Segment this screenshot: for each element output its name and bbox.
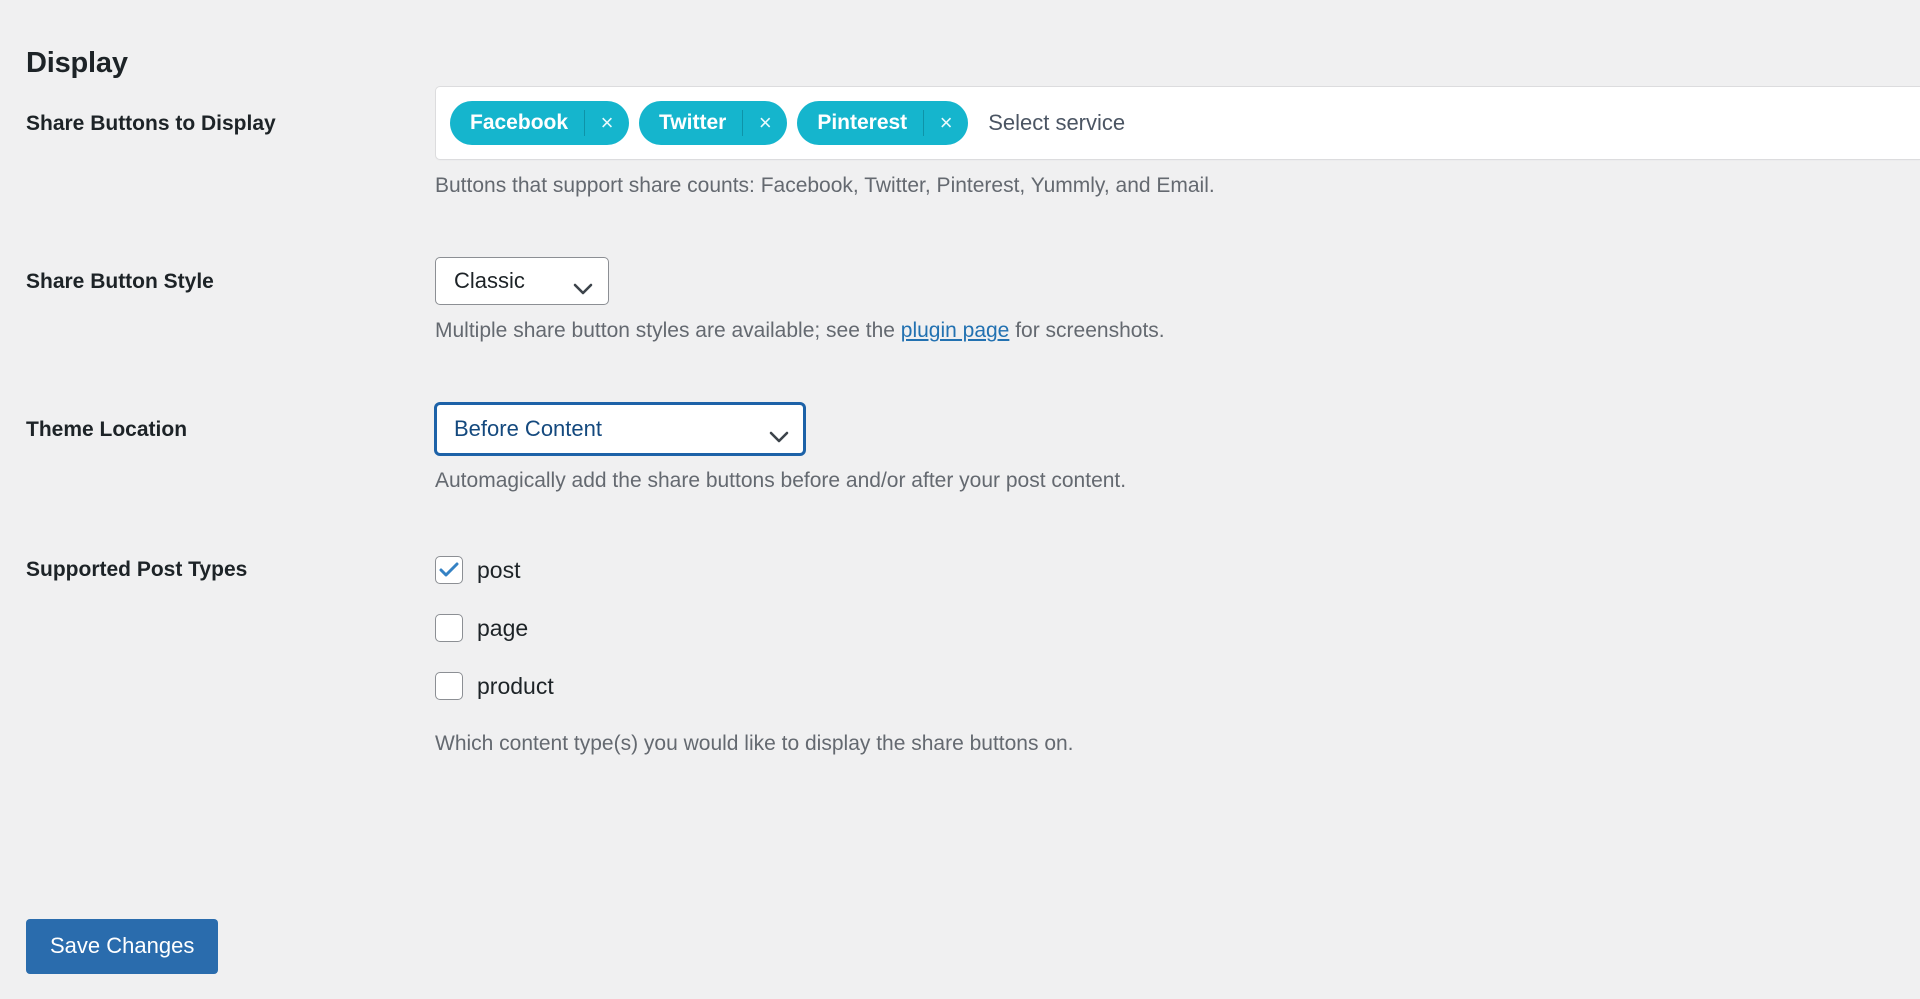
row-theme-location: Theme Location Before Content Automagica…	[0, 403, 1920, 496]
description-post-types: Which content type(s) you would like to …	[435, 729, 1920, 759]
share-buttons-placeholder[interactable]: Select service	[978, 101, 1125, 145]
share-button-style-value: Classic	[454, 268, 547, 294]
token-label: Twitter	[659, 111, 742, 135]
description-button-style-suffix: for screenshots.	[1009, 319, 1164, 342]
share-button-style-select[interactable]: Classic	[435, 257, 609, 305]
label-theme-location: Theme Location	[0, 403, 435, 444]
chevron-down-icon	[573, 275, 593, 287]
description-share-buttons: Buttons that support share counts: Faceb…	[435, 171, 1920, 201]
row-post-types: Supported Post Types post	[0, 548, 1920, 759]
token-twitter[interactable]: Twitter ×	[639, 101, 787, 145]
post-types-checkbox-list: post page	[435, 541, 1920, 715]
label-share-buttons: Share Buttons to Display	[0, 110, 435, 138]
checkbox-label: post	[477, 559, 520, 582]
label-post-types: Supported Post Types	[0, 548, 435, 584]
close-icon[interactable]: ×	[924, 101, 968, 145]
display-settings-page: Display Share Buttons to Display Faceboo…	[0, 0, 1920, 999]
field-theme-location: Before Content Automagically add the sha…	[435, 403, 1920, 496]
checkbox-label: product	[477, 675, 554, 698]
checkbox-product[interactable]	[435, 672, 463, 700]
row-button-style: Share Button Style Classic Multiple shar…	[0, 257, 1920, 346]
theme-location-select[interactable]: Before Content	[435, 403, 805, 455]
page-title: Display	[26, 46, 128, 81]
token-facebook[interactable]: Facebook ×	[450, 101, 629, 145]
description-theme-location: Automagically add the share buttons befo…	[435, 466, 1920, 496]
chevron-down-icon	[769, 423, 789, 435]
theme-location-value: Before Content	[454, 416, 624, 442]
share-buttons-token-input[interactable]: Facebook × Twitter × Pinterest	[435, 86, 1920, 160]
checkbox-row-post[interactable]: post	[435, 541, 1920, 599]
description-button-style: Multiple share button styles are availab…	[435, 316, 1920, 346]
checkbox-row-product[interactable]: product	[435, 657, 1920, 715]
save-changes-button[interactable]: Save Changes	[26, 919, 218, 974]
checkbox-page[interactable]	[435, 614, 463, 642]
description-button-style-prefix: Multiple share button styles are availab…	[435, 319, 901, 342]
checkbox-row-page[interactable]: page	[435, 599, 1920, 657]
settings-form-table: Share Buttons to Display Facebook × Twit…	[0, 110, 1920, 760]
token-label: Pinterest	[817, 111, 923, 135]
token-label: Facebook	[470, 111, 584, 135]
checkbox-post[interactable]	[435, 556, 463, 584]
checkbox-label: page	[477, 617, 528, 640]
row-share-buttons: Share Buttons to Display Facebook × Twit…	[0, 110, 1920, 201]
token-pinterest[interactable]: Pinterest ×	[797, 101, 968, 145]
label-button-style: Share Button Style	[0, 257, 435, 296]
token-field-wrap: Facebook × Twitter × Pinterest	[435, 86, 1920, 160]
close-icon[interactable]: ×	[743, 101, 787, 145]
field-post-types: post page	[435, 548, 1920, 759]
field-button-style: Classic Multiple share button styles are…	[435, 257, 1920, 346]
field-share-buttons: Facebook × Twitter × Pinterest	[435, 110, 1920, 201]
plugin-page-link[interactable]: plugin page	[901, 319, 1010, 342]
close-icon[interactable]: ×	[585, 101, 629, 145]
check-icon	[439, 562, 459, 578]
